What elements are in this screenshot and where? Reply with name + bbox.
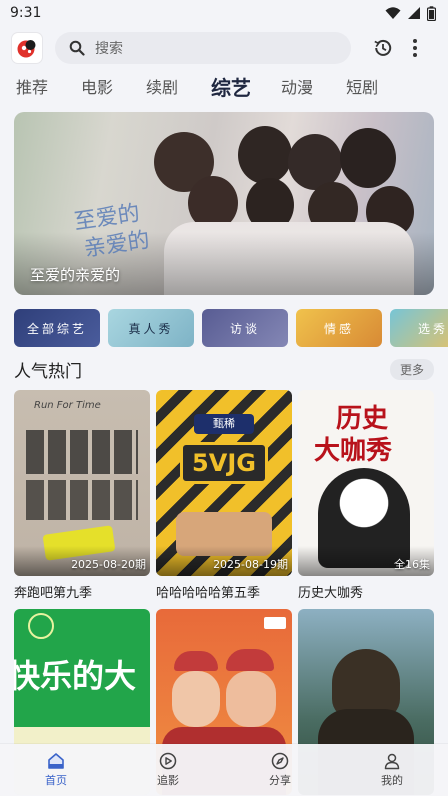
poster-cast-row [26, 430, 138, 474]
status-bar: 9:31 [0, 0, 448, 26]
banner-calligraphy: 至爱的 亲爱的 [72, 199, 152, 264]
episode-badge: 2025-08-20期 [71, 558, 146, 571]
status-icons [385, 5, 436, 21]
nav-home[interactable]: 首页 [16, 752, 96, 788]
poster-image: 历史 大咖秀 全16集 [298, 390, 434, 576]
nav-label: 首页 [45, 774, 67, 787]
poster-face [172, 671, 220, 727]
chip-emotion[interactable]: 情感 [296, 309, 382, 347]
tab-movies[interactable]: 电影 [81, 73, 113, 103]
more-button[interactable]: 更多 [389, 358, 434, 380]
show-card[interactable]: Run For Time 2025-08-20期 奔跑吧第九季 [14, 390, 150, 601]
chip-label: 访谈 [229, 321, 260, 336]
show-card[interactable]: 历史 大咖秀 全16集 历史大咖秀 [298, 390, 434, 601]
episode-badge: 2025-08-19期 [213, 558, 288, 571]
battery-icon [427, 5, 436, 21]
poster-image: Run For Time 2025-08-20期 [14, 390, 150, 576]
nav-follow[interactable]: 追影 [128, 752, 208, 788]
category-tabs: 推荐 电影 续剧 综艺 动漫 短剧 [0, 72, 448, 104]
popular-section-header: 人气热门 更多 [14, 356, 434, 382]
user-icon [384, 753, 400, 770]
tab-variety[interactable]: 综艺 [211, 73, 251, 103]
chip-talent[interactable]: 选秀 [390, 309, 448, 347]
episode-badge: 全16集 [394, 558, 430, 571]
bottom-navigation: 首页 追影 分享 我的 [0, 744, 448, 796]
signal-icon [408, 7, 420, 19]
card-title: 历史大咖秀 [298, 586, 364, 601]
app-logo-icon [17, 40, 36, 58]
poster-brand: 甄稀 [194, 414, 254, 434]
poster-cast-row [26, 480, 138, 520]
chip-label: 真人秀 [128, 321, 174, 336]
status-time: 9:31 [10, 5, 42, 21]
show-card[interactable]: 甄稀 5VJG 2025-08-19期 哈哈哈哈哈第五季 [156, 390, 292, 601]
channel-logo [264, 617, 286, 629]
nav-label: 分享 [269, 774, 291, 787]
banner-figure [238, 126, 292, 184]
poster-title-text: 大咖秀 [314, 436, 393, 466]
poster-caption: Run For Time [34, 400, 101, 411]
poster-logo: 5VJG [180, 442, 268, 484]
tab-anime[interactable]: 动漫 [281, 73, 313, 103]
search-icon [69, 40, 85, 56]
lightbulb-icon [28, 613, 54, 639]
tab-recommend[interactable]: 推荐 [16, 73, 48, 103]
chip-all-variety[interactable]: 全部综艺 [14, 309, 100, 347]
poster-title-text: 快乐的大 [14, 657, 137, 695]
banner-title: 至爱的亲爱的 [30, 266, 121, 284]
more-vertical-icon [413, 39, 417, 57]
history-button[interactable] [372, 37, 394, 59]
chip-reality[interactable]: 真人秀 [108, 309, 194, 347]
more-menu-button[interactable] [408, 37, 422, 59]
wifi-icon [385, 7, 401, 19]
play-circle-icon [159, 752, 177, 770]
category-chips: 全部综艺 真人秀 访谈 情感 选秀 [14, 309, 448, 347]
home-icon [48, 753, 64, 769]
tab-series[interactable]: 续剧 [146, 73, 178, 103]
section-title: 人气热门 [14, 361, 82, 382]
chip-label: 全部综艺 [26, 321, 87, 336]
search-placeholder: 搜索 [95, 41, 123, 57]
nav-profile[interactable]: 我的 [352, 752, 432, 788]
poster-cap [174, 651, 218, 671]
card-title: 奔跑吧第九季 [14, 586, 93, 601]
search-input[interactable]: 搜索 [55, 32, 351, 64]
compass-icon [271, 752, 289, 770]
top-bar: 搜索 [0, 30, 448, 66]
chip-talk[interactable]: 访谈 [202, 309, 288, 347]
nav-label: 我的 [381, 774, 403, 787]
featured-banner[interactable]: 至爱的 亲爱的 至爱的亲爱的 [14, 112, 434, 295]
nav-share[interactable]: 分享 [240, 752, 320, 788]
poster-cap [226, 649, 274, 671]
app-logo[interactable] [12, 33, 42, 63]
chip-label: 情感 [323, 321, 354, 336]
nav-label: 追影 [157, 774, 179, 787]
poster-face [226, 671, 276, 727]
history-icon [374, 39, 392, 56]
card-title: 哈哈哈哈哈第五季 [156, 586, 261, 601]
tab-short-drama[interactable]: 短剧 [346, 73, 378, 103]
banner-figure [340, 128, 396, 188]
chip-label: 选秀 [417, 321, 448, 336]
poster-image: 甄稀 5VJG 2025-08-19期 [156, 390, 292, 576]
